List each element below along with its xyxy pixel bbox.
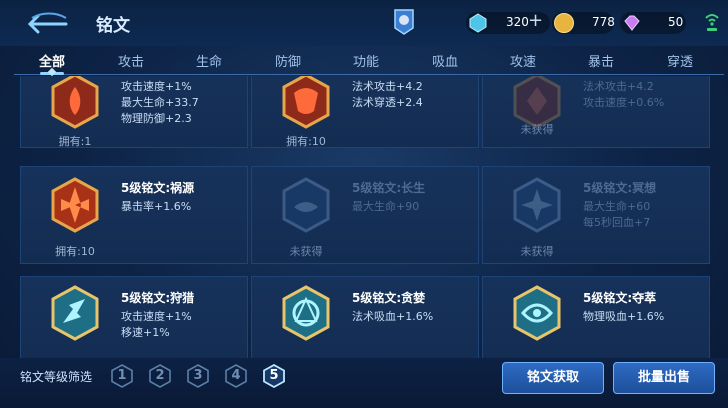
inscription-stat: 法术吸血+1.6% <box>352 310 434 323</box>
teal-inscription-icon <box>282 285 330 341</box>
inscription-name: 5级铭文:夺萃 <box>583 291 657 305</box>
inscription-stat: 物理防御+2.3 <box>121 112 192 125</box>
level-filter-4[interactable]: 4 <box>224 364 248 388</box>
inscription-name: 5级铭文:狩猎 <box>121 291 195 305</box>
tab-penetration[interactable]: 穿透 <box>667 51 693 70</box>
owned-count: 拥有:1 <box>58 135 92 148</box>
back-arrow-icon[interactable] <box>22 10 68 34</box>
inscription-stat: 暴击率+1.6% <box>121 200 192 213</box>
wifi-signal-icon <box>705 14 719 31</box>
inscription-stat: 攻击速度+1% <box>121 80 192 93</box>
owned-count: 未获得 <box>520 123 554 136</box>
tab-defense[interactable]: 防御 <box>275 51 301 70</box>
tab-function[interactable]: 功能 <box>353 51 379 70</box>
inscription-card[interactable]: 法术攻击+4.2 法术穿透+2.4 拥有:10 <box>251 76 479 148</box>
inscription-acquire-button[interactable]: 铭文获取 <box>502 362 604 394</box>
level-number: 3 <box>193 368 203 383</box>
inscription-stat: 移速+1% <box>121 326 170 339</box>
inscription-name: 5级铭文:冥想 <box>583 181 657 195</box>
inscription-stat: 攻击速度+0.6% <box>583 96 665 109</box>
inscription-card[interactable]: 5级铭文:长生 最大生命+90 未获得 <box>251 166 479 264</box>
level-filter-2[interactable]: 2 <box>148 364 172 388</box>
inscription-card[interactable]: 法术攻击+4.2 攻击速度+0.6% 未获得 <box>482 76 710 148</box>
level-filter-1[interactable]: 1 <box>110 364 134 388</box>
gem-amount: 320 <box>506 15 529 29</box>
add-gem-button[interactable]: + <box>528 10 543 31</box>
category-tabs: 全部 攻击 生命 防御 功能 吸血 攻速 暴击 穿透 <box>0 46 728 76</box>
owned-count: 拥有:10 <box>55 245 95 258</box>
teal-inscription-icon <box>513 285 561 341</box>
inscription-stat: 法术攻击+4.2 <box>352 80 423 93</box>
inscription-stat: 物理吸血+1.6% <box>583 310 665 323</box>
tab-critical[interactable]: 暴击 <box>588 51 614 70</box>
tab-attack-speed[interactable]: 攻速 <box>510 51 536 70</box>
red-inscription-icon <box>51 177 99 233</box>
level-number: 2 <box>155 368 165 383</box>
tab-attack[interactable]: 攻击 <box>118 51 144 70</box>
inscription-stat: 最大生命+60 <box>583 200 651 213</box>
gem-icon <box>469 13 487 33</box>
level-filter-3[interactable]: 3 <box>186 364 210 388</box>
inscription-stat: 最大生命+33.7 <box>121 96 199 109</box>
level-number: 1 <box>117 368 127 383</box>
inscription-card[interactable]: 5级铭文:祸源 暴击率+1.6% 拥有:10 <box>20 166 248 264</box>
owned-count: 未获得 <box>289 245 323 258</box>
gold-coin-icon <box>554 13 574 33</box>
owned-count: 拥有:10 <box>286 135 326 148</box>
bulk-sell-button[interactable]: 批量出售 <box>613 362 715 394</box>
blue-inscription-icon <box>513 177 561 233</box>
inscription-stat: 法术穿透+2.4 <box>352 96 423 109</box>
inscription-name: 5级铭文:祸源 <box>121 181 195 195</box>
page-title: 铭文 <box>96 16 130 36</box>
level-number: 5 <box>269 368 279 383</box>
gold-amount: 778 <box>592 15 615 29</box>
inscription-stat: 最大生命+90 <box>352 200 420 213</box>
inscription-name: 5级铭文:贪婪 <box>352 291 426 305</box>
tab-health[interactable]: 生命 <box>196 51 222 70</box>
level-filter-5[interactable]: 5 <box>262 363 286 389</box>
owned-count: 未获得 <box>520 245 554 258</box>
level-number: 4 <box>231 368 241 383</box>
inscription-card[interactable]: 5级铭文:夺萃 物理吸血+1.6% <box>482 276 710 358</box>
inscription-card[interactable]: 5级铭文:贪婪 法术吸血+1.6% <box>251 276 479 358</box>
red-inscription-icon <box>282 76 330 129</box>
inscription-stat: 攻击速度+1% <box>121 310 192 323</box>
gem-currency: 320 + <box>466 10 550 34</box>
level-filter-label: 铭文等级筛选 <box>20 370 93 384</box>
inscription-card[interactable]: 5级铭文:狩猎 攻击速度+1% 移速+1% <box>20 276 248 358</box>
crystal-amount: 50 <box>668 15 684 29</box>
tab-divider <box>14 74 724 75</box>
inscription-card[interactable]: 攻击速度+1% 最大生命+33.7 物理防御+2.3 拥有:1 <box>20 76 248 148</box>
inscription-name: 5级铭文:长生 <box>352 181 426 195</box>
crystal-icon <box>624 15 640 31</box>
tab-lifesteal[interactable]: 吸血 <box>432 51 458 70</box>
crystal-currency: 50 <box>620 12 686 34</box>
inscription-stat: 每5秒回血+7 <box>583 216 651 229</box>
blue-inscription-icon <box>282 177 330 233</box>
inscription-card[interactable]: 5级铭文:冥想 最大生命+60 每5秒回血+7 未获得 <box>482 166 710 264</box>
gold-currency: 778 <box>552 12 615 34</box>
inscription-page-emblem-icon[interactable] <box>392 8 416 36</box>
red-inscription-icon <box>51 76 99 129</box>
teal-inscription-icon <box>51 285 99 341</box>
inscription-stat: 法术攻击+4.2 <box>583 80 654 93</box>
inscription-grid: 攻击速度+1% 最大生命+33.7 物理防御+2.3 拥有:1 法术攻击+4.2… <box>0 76 728 358</box>
